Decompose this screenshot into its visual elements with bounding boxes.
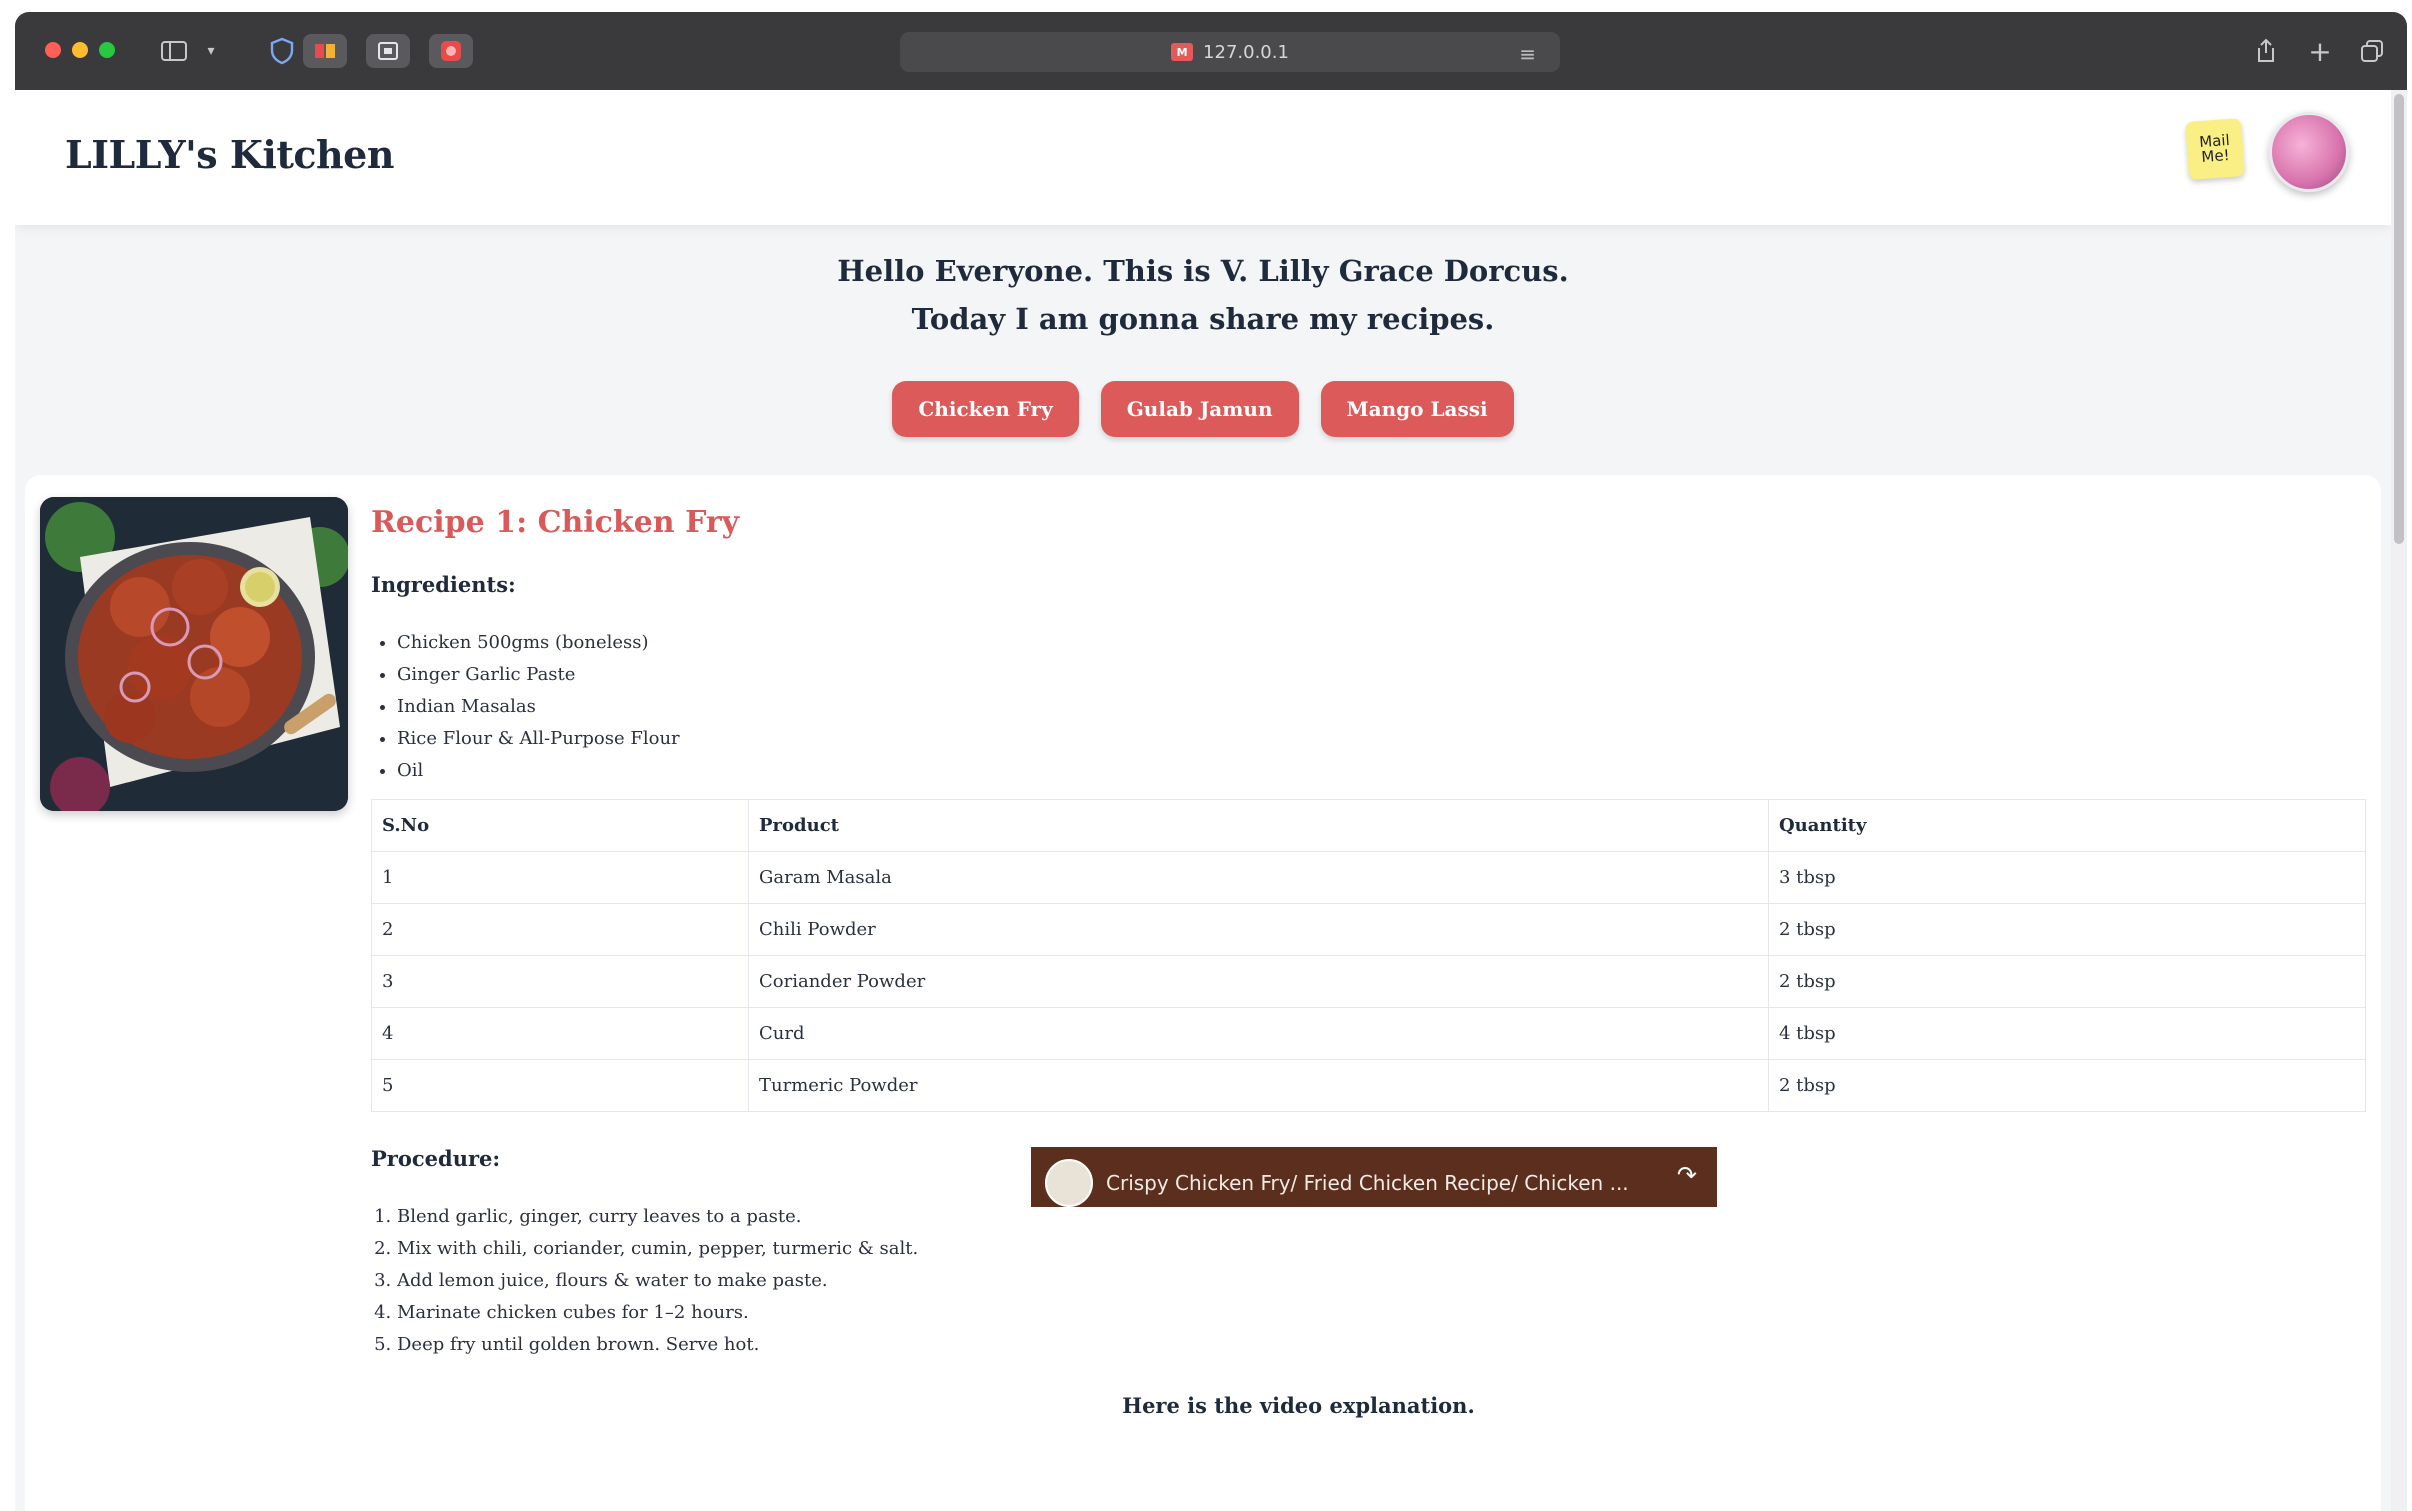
table-cell: 4 tbsp xyxy=(1768,1007,2366,1060)
minimize-window-button[interactable] xyxy=(72,42,88,58)
mango-lassi-button[interactable]: Mango Lassi xyxy=(1320,381,1514,437)
reader-icon[interactable]: ≡ xyxy=(1519,42,1536,66)
table-cell: 2 tbsp xyxy=(1768,955,2366,1008)
list-item: Rice Flour & All-Purpose Flour xyxy=(397,723,2366,755)
table-cell: 2 xyxy=(371,903,749,956)
record-icon[interactable] xyxy=(429,34,473,68)
channel-avatar[interactable] xyxy=(1045,1159,1093,1207)
list-item: Marinate chicken cubes for 1–2 hours. xyxy=(397,1297,2366,1329)
ingredients-table: S.No Product Quantity 1 Garam Masala 3 t… xyxy=(371,799,2366,1112)
table-cell: Turmeric Powder xyxy=(748,1059,1769,1112)
table-header-sno: S.No xyxy=(371,799,749,852)
share-icon[interactable]: ↷ xyxy=(1677,1161,1697,1189)
table-cell: 2 tbsp xyxy=(1768,903,2366,956)
chevron-down-icon[interactable]: ▾ xyxy=(201,34,221,68)
table-header-row: S.No Product Quantity xyxy=(371,799,2366,852)
tabs-overview-icon[interactable] xyxy=(2357,34,2387,68)
list-item: Add lemon juice, flours & water to make … xyxy=(397,1265,2366,1297)
page-viewport: LILLY's Kitchen Mail Me! Hello Everyone.… xyxy=(15,90,2407,1511)
sidebar-icon[interactable] xyxy=(157,34,191,68)
hero-section: Hello Everyone. This is V. Lilly Grace D… xyxy=(15,225,2391,475)
site-brand[interactable]: LILLY's Kitchen xyxy=(65,132,394,177)
hero-subtitle: Today I am gonna share my recipes. xyxy=(911,302,1495,336)
table-cell: 1 xyxy=(371,851,749,904)
recipe-nav: Chicken Fry Gulab Jamun Mango Lassi xyxy=(15,381,2391,437)
table-cell: Chili Powder xyxy=(748,903,1769,956)
list-item: Mix with chili, coriander, cumin, pepper… xyxy=(397,1233,2366,1265)
table-row: 3 Coriander Powder 2 tbsp xyxy=(371,955,2366,1008)
table-header-quantity: Quantity xyxy=(1768,799,2366,852)
avatar[interactable] xyxy=(2269,112,2349,192)
address-bar[interactable]: M 127.0.0.1 ≡ xyxy=(900,32,1560,72)
table-cell: 3 xyxy=(371,955,749,1008)
scrollbar-thumb[interactable] xyxy=(2394,94,2404,544)
video-embed[interactable]: Crispy Chicken Fry/ Fried Chicken Recipe… xyxy=(1031,1147,1717,1207)
table-row: 4 Curd 4 tbsp xyxy=(371,1007,2366,1060)
list-item: Oil xyxy=(397,755,2366,787)
video-caption: Here is the video explanation. xyxy=(1122,1393,1475,1418)
table-cell: 5 xyxy=(371,1059,749,1112)
list-item: Ginger Garlic Paste xyxy=(397,659,2366,691)
close-window-button[interactable] xyxy=(45,42,61,58)
mail-me-note-icon[interactable]: Mail Me! xyxy=(2185,118,2245,180)
table-row: 2 Chili Powder 2 tbsp xyxy=(371,903,2366,956)
table-row: 5 Turmeric Powder 2 tbsp xyxy=(371,1059,2366,1112)
table-cell: 3 tbsp xyxy=(1768,851,2366,904)
chicken-fry-button[interactable]: Chicken Fry xyxy=(892,381,1079,437)
list-item: Chicken 500gms (boneless) xyxy=(397,627,2366,659)
ingredients-heading: Ingredients: xyxy=(371,572,516,597)
ingredients-list: Chicken 500gms (boneless) Ginger Garlic … xyxy=(397,627,2366,787)
procedure-list: Blend garlic, ginger, curry leaves to a … xyxy=(397,1201,2366,1361)
table-row: 1 Garam Masala 3 tbsp xyxy=(371,851,2366,904)
gulab-jamun-button[interactable]: Gulab Jamun xyxy=(1100,381,1299,437)
url-text: 127.0.0.1 xyxy=(1203,41,1289,63)
table-cell: 4 xyxy=(371,1007,749,1060)
screenshot-icon[interactable] xyxy=(366,34,410,68)
video-title[interactable]: Crispy Chicken Fry/ Fried Chicken Recipe… xyxy=(1106,1171,1629,1195)
zoom-window-button[interactable] xyxy=(99,42,115,58)
table-cell: Curd xyxy=(748,1007,1769,1060)
site-navbar: LILLY's Kitchen Mail Me! xyxy=(15,90,2391,225)
recipe-title: Recipe 1: Chicken Fry xyxy=(371,505,740,540)
hero-greeting: Hello Everyone. This is V. Lilly Grace D… xyxy=(837,254,1569,288)
recipe-content: Recipe 1: Chicken Fry Ingredients: Chick… xyxy=(371,497,2366,1418)
share-icon[interactable] xyxy=(2251,34,2281,68)
shield-icon[interactable] xyxy=(265,34,299,68)
table-cell: Garam Masala xyxy=(748,851,1769,904)
browser-toolbar: ▾ M 127.0.0.1 ≡ + xyxy=(15,12,2407,90)
table-cell: Coriander Powder xyxy=(748,955,1769,1008)
mail-me-text: Mail Me! xyxy=(2198,130,2231,166)
table-header-product: Product xyxy=(748,799,1769,852)
chicken-fry-image xyxy=(40,497,348,811)
list-item: Indian Masalas xyxy=(397,691,2366,723)
recipe-card: Recipe 1: Chicken Fry Ingredients: Chick… xyxy=(25,475,2381,1511)
scrollbar[interactable] xyxy=(2391,90,2407,1511)
list-item: Deep fry until golden brown. Serve hot. xyxy=(397,1329,2366,1361)
new-tab-icon[interactable]: + xyxy=(2305,34,2335,68)
extension-icon[interactable] xyxy=(303,34,347,68)
table-cell: 2 tbsp xyxy=(1768,1059,2366,1112)
window-controls xyxy=(45,42,115,58)
site-favicon: M xyxy=(1171,43,1194,61)
